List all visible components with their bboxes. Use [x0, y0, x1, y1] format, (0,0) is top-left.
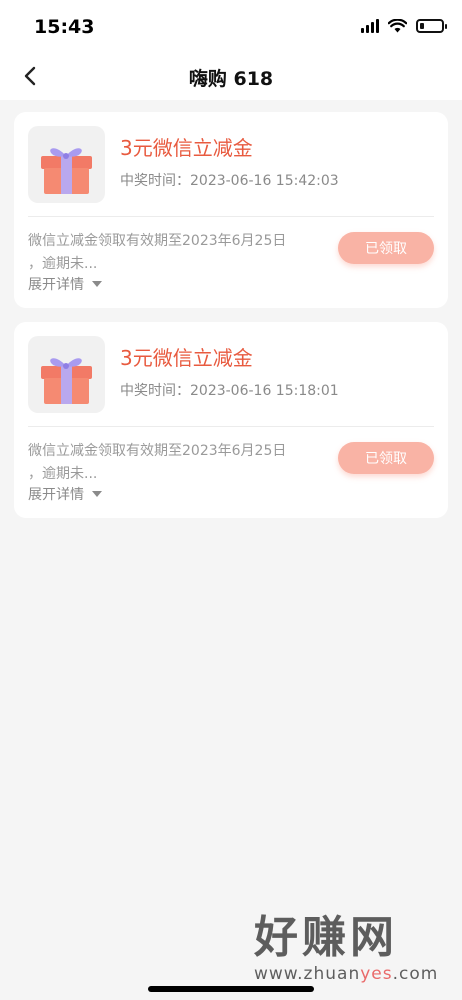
description-line-1: 微信立减金领取有效期至2023年6月25日	[28, 233, 287, 249]
win-time: 中奖时间：2023-06-16 15:18:01	[120, 383, 339, 399]
claimed-button[interactable]: 已领取	[338, 232, 434, 264]
claimed-button[interactable]: 已领取	[338, 442, 434, 474]
caret-down-icon	[92, 491, 102, 497]
battery-icon	[416, 19, 447, 33]
battery-level	[420, 23, 424, 29]
gift-box-icon	[28, 126, 105, 203]
prize-card: 3元微信立减金 中奖时间：2023-06-16 15:18:01 微信立减金领取…	[14, 322, 448, 518]
divider	[28, 426, 434, 427]
home-indicator[interactable]	[148, 986, 314, 992]
wifi-icon	[388, 19, 407, 33]
cellular-signal-icon	[361, 19, 379, 33]
expand-details-label: 展开详情	[28, 487, 84, 503]
status-icons	[361, 19, 447, 33]
win-time: 中奖时间：2023-06-16 15:42:03	[120, 173, 339, 189]
watermark-url-suffix: .com	[392, 964, 439, 984]
nav-bar: 嗨购 618	[0, 56, 462, 100]
prize-card: 3元微信立减金 中奖时间：2023-06-16 15:42:03 微信立减金领取…	[14, 112, 448, 308]
caret-down-icon	[92, 281, 102, 287]
watermark-url-accent: yes	[360, 964, 393, 984]
watermark-title: 好赚网	[254, 912, 398, 963]
expand-details-link[interactable]: 展开详情	[28, 484, 102, 504]
status-bar: 15:43	[0, 0, 462, 56]
divider	[28, 216, 434, 217]
prize-description: 微信立减金领取有效期至2023年6月25日 ，逾期未...	[28, 440, 324, 486]
gift-box-icon	[28, 336, 105, 413]
watermark-url: www.zhuanyes.com	[254, 964, 444, 984]
prize-description: 微信立减金领取有效期至2023年6月25日 ，逾期未...	[28, 230, 324, 276]
status-time: 15:43	[34, 16, 95, 38]
watermark-url-prefix: www.zhuan	[254, 964, 361, 984]
watermark: 好赚网 www.zhuanyes.com	[254, 912, 444, 985]
description-line-1: 微信立减金领取有效期至2023年6月25日	[28, 443, 287, 459]
expand-details-link[interactable]: 展开详情	[28, 274, 102, 294]
prize-title: 3元微信立减金	[120, 136, 253, 160]
prize-title: 3元微信立减金	[120, 346, 253, 370]
prize-list: 3元微信立减金 中奖时间：2023-06-16 15:42:03 微信立减金领取…	[14, 112, 448, 532]
page-title: 嗨购 618	[188, 68, 274, 90]
description-line-2: ，逾期未...	[28, 256, 98, 272]
expand-details-label: 展开详情	[28, 277, 84, 293]
description-line-2: ，逾期未...	[28, 466, 98, 482]
